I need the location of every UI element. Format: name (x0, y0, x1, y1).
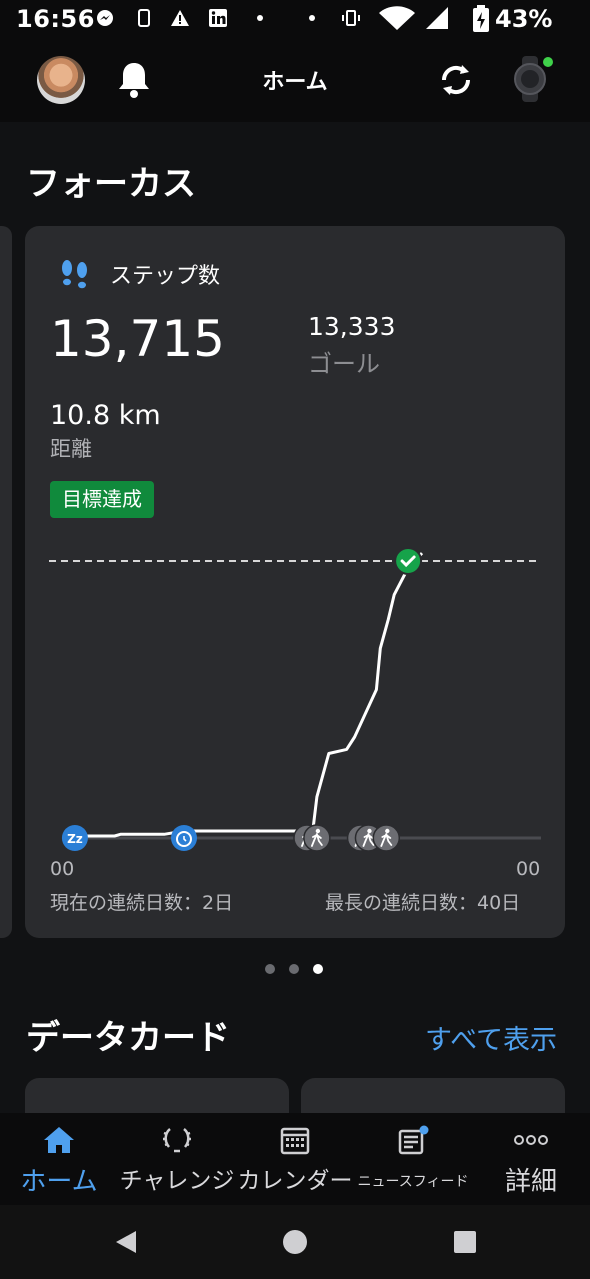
sync-icon[interactable] (436, 60, 476, 100)
dot-icon (257, 15, 263, 21)
nav-home[interactable]: ホーム (0, 1113, 118, 1205)
messenger-icon (97, 10, 113, 26)
chart-marker-check-icon (394, 547, 423, 575)
chart-marker-sleep-icon: Zz (61, 825, 88, 851)
show-all-link[interactable]: すべて表示 (425, 1018, 557, 1057)
recents-icon[interactable] (453, 1230, 477, 1254)
section-title-datacards: データカード (26, 1018, 230, 1058)
laurel-icon (163, 1128, 191, 1153)
goal-label: ゴール (308, 350, 380, 378)
pager-dot[interactable] (289, 964, 299, 974)
newsfeed-icon (398, 1125, 429, 1155)
pager-dot-active[interactable] (313, 964, 323, 974)
calendar-icon (280, 1127, 310, 1155)
wifi-icon (379, 6, 415, 30)
chart-marker-stopwatch-icon (171, 825, 197, 851)
current-streak: 現在の連続日数：2日 (50, 892, 234, 914)
warning-icon (171, 10, 189, 26)
nav-more[interactable]: 詳細 (472, 1113, 590, 1205)
steps-count: 13,715 (50, 310, 225, 368)
nav-label-more: 詳細 (504, 1167, 557, 1197)
nav-label-calendar: カレンダー (237, 1168, 353, 1194)
battery-percent: 43% (495, 5, 553, 33)
phone-icon (138, 9, 150, 27)
chart-marker-walk-icon (372, 824, 401, 852)
page-title: ホーム (262, 70, 328, 95)
svg-text:Zz: Zz (67, 832, 83, 846)
section-title-focus: フォーカス (26, 164, 196, 204)
distance-value: 10.8 km (50, 400, 161, 431)
home-icon (44, 1127, 74, 1153)
previous-card-peek[interactable] (0, 226, 12, 938)
goal-value: 13,333 (308, 312, 396, 341)
back-icon[interactable] (112, 1228, 140, 1256)
nav-newsfeed[interactable]: ニュースフィード (354, 1113, 472, 1205)
dot-icon (309, 15, 315, 21)
steps-chart: Zz (49, 547, 541, 852)
nav-label-challenges: チャレンジ (119, 1168, 235, 1194)
longest-streak: 最長の連続日数：40日 (325, 892, 521, 914)
status-time: 16:56 (16, 5, 95, 33)
axis-end-label: 00 (516, 858, 541, 880)
nav-label-home: ホーム (20, 1167, 98, 1197)
footprints-icon (62, 260, 87, 289)
steps-label: ステップ数 (110, 264, 221, 289)
steps-line (74, 552, 424, 838)
signal-icon (426, 7, 448, 29)
goal-achieved-badge: 目標達成 (50, 481, 154, 518)
more-icon (514, 1135, 548, 1145)
distance-label: 距離 (50, 437, 92, 461)
watch-device-icon[interactable] (508, 54, 556, 104)
nav-challenges[interactable]: チャレンジ (118, 1113, 236, 1205)
axis-start-label: 00 (50, 858, 75, 880)
battery-charging-icon (473, 5, 489, 32)
nav-calendar[interactable]: カレンダー (236, 1113, 354, 1205)
home-button-icon[interactable] (281, 1228, 309, 1256)
chart-marker-walk-icon (303, 824, 331, 852)
linkedin-icon (209, 9, 227, 27)
vibrate-icon (342, 10, 360, 26)
nav-label-newsfeed: ニュースフィード (357, 1174, 469, 1190)
pager-dot[interactable] (265, 964, 275, 974)
chart-markers: Zz (61, 547, 423, 852)
